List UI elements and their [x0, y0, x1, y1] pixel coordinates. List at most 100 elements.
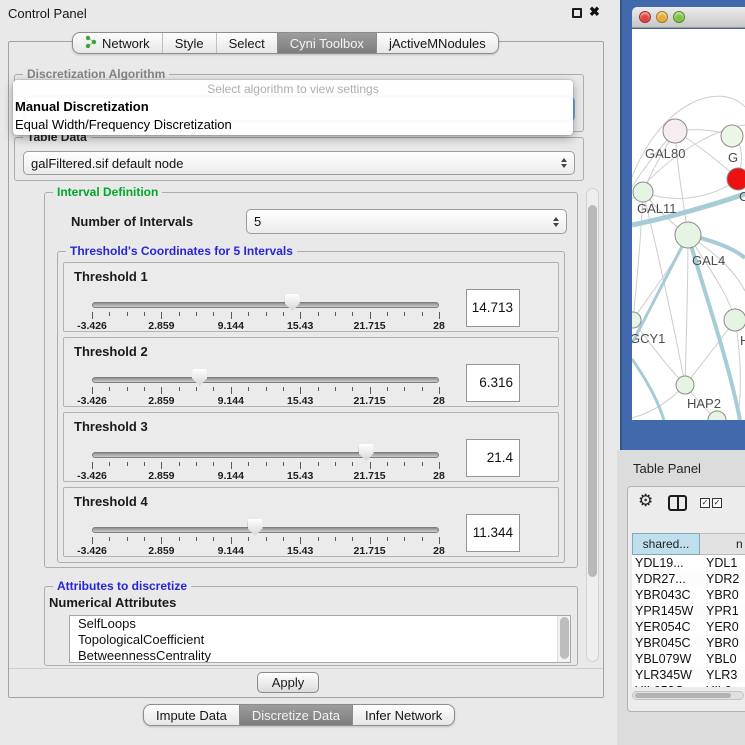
- number-of-intervals-combobox[interactable]: 5: [246, 209, 567, 234]
- cell-shared-name: YPR145W: [632, 604, 700, 618]
- tick-mark: [300, 537, 301, 544]
- tick-mark: [283, 312, 284, 316]
- table-row[interactable]: YPR145WYPR1: [632, 603, 745, 619]
- threshold-value-field[interactable]: 14.713: [466, 289, 520, 327]
- table-row[interactable]: YBL079WYBL0: [632, 651, 745, 667]
- tab-label: Impute Data: [156, 708, 227, 723]
- threshold-value-field[interactable]: 21.4: [466, 439, 520, 477]
- tab-cyni-toolbox[interactable]: Cyni Toolbox: [277, 33, 376, 53]
- checkbox-icon[interactable]: ✓: [712, 498, 722, 508]
- attributes-scrollbar-thumb[interactable]: [560, 617, 569, 659]
- algorithm-option-equal-width-frequency-discretization[interactable]: Equal Width/Frequency Discretization: [13, 116, 573, 134]
- network-canvas[interactable]: GAL80GCGAL11GAL4GCY1HHAP2: [632, 29, 745, 420]
- tab-network[interactable]: Network: [73, 33, 162, 53]
- network-node[interactable]: [721, 125, 743, 147]
- network-edge[interactable]: [643, 179, 738, 198]
- table-row[interactable]: YDR27...YDR2: [632, 571, 745, 587]
- network-node[interactable]: [663, 119, 687, 143]
- table-data-combobox[interactable]: galFiltered.sif default node: [23, 151, 575, 175]
- network-node[interactable]: [727, 168, 745, 190]
- tab-infer-network[interactable]: Infer Network: [352, 705, 454, 725]
- panel-scrollbar-thumb[interactable]: [588, 205, 597, 577]
- gear-icon[interactable]: ⚙: [638, 491, 653, 511]
- network-window-titlebar[interactable]: [632, 7, 745, 28]
- slider-thumb[interactable]: [192, 369, 207, 386]
- tick-label: 9.144: [218, 320, 244, 332]
- tick-mark: [213, 312, 214, 316]
- attribute-item-betweennesscentrality[interactable]: BetweennessCentrality: [70, 648, 570, 663]
- slider-track[interactable]: [92, 527, 439, 533]
- table-data-group: Table Data galFiltered.sif default node: [14, 137, 584, 181]
- threshold-value-field[interactable]: 11.344: [466, 514, 520, 552]
- close-icon[interactable]: ✖: [589, 4, 600, 20]
- slider-track[interactable]: [92, 452, 439, 458]
- tick-mark: [179, 387, 180, 391]
- table-row[interactable]: YIL052CYIL0: [632, 683, 745, 687]
- tick-label: -3.426: [77, 320, 107, 332]
- tick-mark: [439, 462, 440, 469]
- screen: Control Panel ✖ NetworkStyleSelectCyni T…: [0, 0, 745, 745]
- network-node[interactable]: [708, 411, 726, 420]
- tab-select[interactable]: Select: [216, 33, 277, 53]
- tick-mark: [196, 462, 197, 466]
- table-hscrollbar-thumb[interactable]: [635, 693, 731, 698]
- network-edge[interactable]: [633, 320, 685, 385]
- network-edge[interactable]: [685, 235, 688, 385]
- network-node-label: G: [728, 150, 738, 165]
- tick-label: 15.43: [287, 395, 313, 407]
- network-edge-highlighted[interactable]: [632, 235, 688, 343]
- network-edge-highlighted[interactable]: [632, 359, 664, 420]
- numerical-attributes-list[interactable]: SelfLoopsTopologicalCoefficientBetweenne…: [69, 615, 571, 663]
- tick-mark: [439, 387, 440, 394]
- mac-close-button[interactable]: [639, 11, 651, 23]
- tick-mark: [422, 462, 423, 466]
- mac-minimize-button[interactable]: [656, 11, 668, 23]
- cell-name: YDR2: [700, 572, 739, 586]
- table-row[interactable]: YBR045CYBR0: [632, 635, 745, 651]
- checkbox-icons[interactable]: ✓ ✓: [700, 498, 722, 508]
- tab-style[interactable]: Style: [162, 33, 216, 53]
- tick-mark: [300, 387, 301, 394]
- network-node[interactable]: [724, 309, 745, 331]
- apply-button[interactable]: Apply: [257, 672, 319, 693]
- split-columns-icon[interactable]: [668, 495, 687, 511]
- algorithm-option-manual-discretization[interactable]: Manual Discretization: [13, 98, 573, 116]
- table-row[interactable]: YBR043CYBR0: [632, 587, 745, 603]
- tick-mark: [300, 312, 301, 319]
- tab-discretize-data[interactable]: Discretize Data: [239, 705, 352, 725]
- table-row[interactable]: YER054CYER0: [632, 619, 745, 635]
- table-hscrollbar[interactable]: [632, 691, 744, 700]
- network-node[interactable]: [675, 222, 701, 248]
- checkbox-icon[interactable]: ✓: [700, 498, 710, 508]
- tick-label: -3.426: [77, 470, 107, 482]
- table-header-shared-name[interactable]: shared...: [632, 533, 700, 555]
- slider-track[interactable]: [92, 377, 439, 383]
- slider-track[interactable]: [92, 302, 439, 308]
- tick-label: 21.715: [354, 545, 386, 557]
- network-edge[interactable]: [685, 320, 735, 385]
- mac-zoom-button[interactable]: [673, 11, 685, 23]
- network-node[interactable]: [633, 182, 653, 202]
- attributes-scrollbar[interactable]: [557, 616, 570, 662]
- network-view-window[interactable]: GAL80GCGAL11GAL4GCY1HHAP2: [620, 0, 745, 450]
- slider-thumb[interactable]: [359, 444, 374, 461]
- tab-label: Network: [102, 36, 150, 51]
- tab-impute-data[interactable]: Impute Data: [144, 705, 239, 725]
- slider-thumb[interactable]: [285, 294, 300, 311]
- table-row[interactable]: YDL19...YDL1: [632, 555, 745, 571]
- table-header-name[interactable]: n: [700, 533, 745, 555]
- algorithm-popup-options: Manual DiscretizationEqual Width/Frequen…: [13, 98, 573, 134]
- float-window-icon[interactable]: [572, 8, 582, 18]
- attribute-item-topologicalcoefficient[interactable]: TopologicalCoefficient: [70, 632, 570, 648]
- network-node-label: C: [739, 189, 745, 204]
- tick-mark: [144, 312, 145, 316]
- network-graph[interactable]: GAL80GCGAL11GAL4GCY1HHAP2: [632, 29, 745, 420]
- panel-scrollbar[interactable]: [586, 188, 599, 662]
- attribute-item-selfloops[interactable]: SelfLoops: [70, 616, 570, 632]
- table-row[interactable]: YLR345WYLR3: [632, 667, 745, 683]
- tick-mark: [387, 387, 388, 391]
- threshold-value-field[interactable]: 6.316: [466, 364, 520, 402]
- network-node[interactable]: [676, 376, 694, 394]
- slider-thumb[interactable]: [248, 519, 263, 536]
- tab-jactivemnodules[interactable]: jActiveMNodules: [376, 33, 498, 53]
